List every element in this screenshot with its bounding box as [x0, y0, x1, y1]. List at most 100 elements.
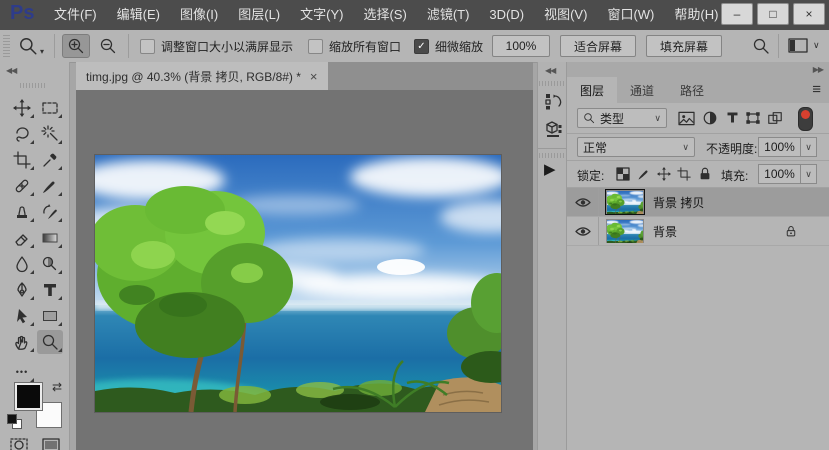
filter-smart-object-icon[interactable]: [767, 110, 783, 126]
healing-brush-tool[interactable]: [9, 174, 35, 198]
crop-tool[interactable]: [9, 148, 35, 172]
zoom-out-button[interactable]: [94, 34, 122, 58]
photo-image[interactable]: [95, 155, 501, 412]
scrubby-zoom-checkbox[interactable]: ✓ 细微缩放: [414, 38, 483, 55]
menu-window[interactable]: 窗口(W): [597, 0, 664, 30]
tab-layers[interactable]: 图层: [567, 77, 617, 103]
type-tool[interactable]: [37, 278, 63, 302]
eyedropper-icon: [41, 151, 59, 169]
menu-3d[interactable]: 3D(D): [479, 0, 534, 30]
pen-tool[interactable]: [9, 278, 35, 302]
strip-grip[interactable]: [539, 153, 565, 158]
brush-tool[interactable]: [37, 174, 63, 198]
quick-mask-icon[interactable]: [10, 438, 28, 450]
resize-window-checkbox[interactable]: 调整窗口大小以满屏显示: [140, 38, 293, 55]
eraser-tool[interactable]: [9, 226, 35, 250]
foreground-color-swatch[interactable]: [15, 383, 42, 410]
canvas[interactable]: [76, 90, 533, 450]
tab-close-icon[interactable]: ×: [310, 69, 318, 84]
lasso-tool[interactable]: [9, 122, 35, 146]
filter-type-layers-icon[interactable]: [725, 110, 740, 125]
menu-edit[interactable]: 编辑(E): [107, 0, 170, 30]
menu-type[interactable]: 文字(Y): [290, 0, 353, 30]
menu-image[interactable]: 图像(I): [170, 0, 228, 30]
panel-menu-icon[interactable]: ≡: [812, 80, 821, 100]
zoom-tool[interactable]: [37, 330, 63, 354]
toolbox-collapse-icon[interactable]: ◀◀: [6, 66, 16, 75]
marquee-tool[interactable]: [37, 96, 63, 120]
path-select-tool[interactable]: [9, 304, 35, 328]
minimize-button[interactable]: –: [721, 3, 753, 25]
visibility-toggle[interactable]: [567, 217, 599, 245]
zoom-all-windows-checkbox[interactable]: 缩放所有窗口: [308, 38, 401, 55]
search-icon[interactable]: [752, 37, 770, 55]
magic-wand-tool[interactable]: [37, 122, 63, 146]
menu-view[interactable]: 视图(V): [534, 0, 597, 30]
strip-collapse-icon[interactable]: ◀◀: [545, 66, 555, 75]
layer-row-background[interactable]: 背景: [567, 217, 829, 246]
hand-tool[interactable]: [9, 330, 35, 354]
blend-mode-combo[interactable]: 正常 ∨: [577, 137, 695, 157]
workspace-switcher[interactable]: ∨: [788, 38, 820, 53]
visibility-toggle[interactable]: [567, 188, 599, 216]
menu-filter[interactable]: 滤镜(T): [417, 0, 480, 30]
filter-shape-layers-icon[interactable]: [745, 110, 761, 126]
layer-thumbnail[interactable]: [606, 219, 644, 243]
fit-screen-button[interactable]: 适合屏幕: [560, 35, 636, 57]
lock-artboard-icon[interactable]: [677, 167, 691, 181]
blend-mode-row: 正常 ∨ 不透明度: 100% ∨: [567, 134, 829, 161]
actions-panel-icon[interactable]: ▶: [544, 160, 556, 178]
eyedropper-tool[interactable]: [37, 148, 63, 172]
close-button[interactable]: ×: [793, 3, 825, 25]
panel-tabs: 图层 通道 路径: [567, 77, 829, 103]
filter-pixel-layers-icon[interactable]: [678, 111, 695, 126]
lock-pixels-icon[interactable]: [637, 167, 651, 181]
strip-grip[interactable]: [539, 81, 565, 86]
move-icon: [13, 99, 31, 117]
options-grip[interactable]: [3, 35, 10, 57]
zoom-in-button[interactable]: [62, 34, 90, 58]
menu-layer[interactable]: 图层(L): [228, 0, 290, 30]
layer-name[interactable]: 背景: [653, 223, 677, 240]
filter-toggle-switch[interactable]: [798, 107, 813, 131]
menu-file[interactable]: 文件(F): [44, 0, 107, 30]
tab-channels[interactable]: 通道: [617, 77, 667, 103]
tool-preset-chevron-icon: ▾: [40, 47, 44, 56]
filter-adjustment-icon[interactable]: [702, 110, 718, 126]
lock-transparency-icon[interactable]: [616, 167, 630, 181]
gradient-tool[interactable]: [37, 226, 63, 250]
swap-colors-icon[interactable]: ⇄: [52, 380, 62, 394]
lock-position-icon[interactable]: [657, 167, 671, 181]
clone-stamp-tool[interactable]: [9, 200, 35, 224]
opacity-value[interactable]: 100%: [758, 137, 801, 157]
document-area: timg.jpg @ 40.3% (背景 拷贝, RGB/8#) * ×: [76, 62, 533, 450]
layer-thumbnail[interactable]: [606, 190, 644, 214]
layer-row-background-copy[interactable]: 背景 拷贝: [567, 188, 829, 217]
tab-paths[interactable]: 路径: [667, 77, 717, 103]
history-brush-tool[interactable]: [37, 200, 63, 224]
opacity-chevron[interactable]: ∨: [801, 137, 817, 157]
fill-screen-button[interactable]: 填充屏幕: [646, 35, 722, 57]
move-tool[interactable]: [9, 96, 35, 120]
shape-tool[interactable]: [37, 304, 63, 328]
history-panel-icon[interactable]: [544, 92, 562, 110]
document-tab[interactable]: timg.jpg @ 40.3% (背景 拷贝, RGB/8#) * ×: [76, 62, 328, 90]
options-bar: ▾ 调整窗口大小以满屏显示 缩放所有窗口 ✓ 细微缩放 100% 适合屏幕 填充…: [0, 30, 829, 63]
blur-tool[interactable]: [9, 252, 35, 276]
fill-value[interactable]: 100%: [758, 164, 801, 184]
dock-collapse-icon[interactable]: ▶▶: [813, 65, 823, 74]
fill-chevron[interactable]: ∨: [801, 164, 817, 184]
layer-name[interactable]: 背景 拷贝: [653, 194, 704, 211]
edit-toolbar-ellipsis[interactable]: •••: [9, 360, 35, 384]
dodge-tool[interactable]: [37, 252, 63, 276]
zoom-tool-badge[interactable]: ▾: [18, 36, 44, 56]
3d-panel-icon[interactable]: [544, 120, 562, 138]
toolbox-grip[interactable]: [20, 83, 46, 88]
lock-all-icon[interactable]: [698, 166, 712, 181]
filter-type-combo[interactable]: 类型 ∨: [577, 108, 667, 128]
screen-mode-icon[interactable]: [42, 438, 60, 450]
menu-select[interactable]: 选择(S): [353, 0, 416, 30]
maximize-button[interactable]: □: [757, 3, 789, 25]
menu-help[interactable]: 帮助(H): [664, 0, 728, 30]
zoom-100-button[interactable]: 100%: [492, 35, 550, 57]
